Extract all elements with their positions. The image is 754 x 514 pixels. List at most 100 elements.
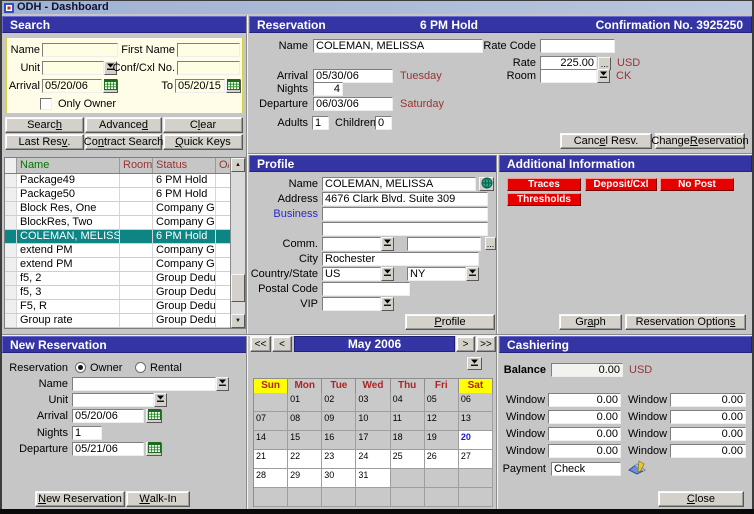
calendar-day[interactable]: 13	[459, 412, 493, 431]
profile-button[interactable]: Profile	[405, 314, 495, 330]
title-bar[interactable]: ODH - Dashboard	[2, 1, 752, 14]
calendar-day[interactable]: 30	[322, 469, 356, 488]
table-cell[interactable]: Company Guara	[153, 216, 216, 229]
scroll-up-button[interactable]: ▲	[231, 158, 245, 172]
newres-nights-field[interactable]: 1	[72, 426, 102, 440]
table-cell[interactable]: COLEMAN, MELISSA	[17, 230, 120, 243]
calendar-day[interactable]: 26	[425, 450, 459, 469]
table-row[interactable]: Package496 PM Hold	[5, 174, 245, 188]
comm-ellipsis-button[interactable]: ...	[485, 237, 496, 250]
table-cell[interactable]: Package50	[17, 188, 120, 201]
calendar-prev-month-button[interactable]: <	[272, 336, 292, 352]
graph-button[interactable]: Graph	[559, 314, 622, 330]
calendar-day[interactable]: 11	[391, 412, 425, 431]
calendar-day[interactable]: 28	[254, 469, 288, 488]
table-cell[interactable]	[216, 244, 229, 257]
table-cell[interactable]: Company Guara	[153, 258, 216, 271]
calendar-day[interactable]: 18	[391, 431, 425, 450]
profile-name-field[interactable]: COLEMAN, MELISSA	[322, 177, 476, 191]
table-cell[interactable]	[5, 258, 17, 271]
table-cell[interactable]	[216, 286, 229, 299]
table-row[interactable]: Block Res, OneCompany Guara	[5, 202, 245, 216]
table-cell[interactable]: extend PM	[17, 244, 120, 257]
calendar-day[interactable]: 20	[459, 431, 493, 450]
table-cell[interactable]	[120, 188, 153, 201]
window-amount-field[interactable]: 0.00	[548, 427, 621, 441]
table-cell[interactable]: 6 PM Hold	[153, 188, 216, 201]
children-field[interactable]: 0	[375, 116, 392, 130]
traces-alert-button[interactable]: Traces	[507, 178, 581, 191]
search-button[interactable]: Search	[5, 117, 84, 133]
room-field[interactable]	[540, 69, 597, 83]
deposit-cxl-alert-button[interactable]: Deposit/Cxl	[585, 178, 657, 191]
table-cell[interactable]: extend PM	[17, 258, 120, 271]
scroll-down-button[interactable]: ▼	[231, 314, 245, 328]
calendar-day[interactable]: 12	[425, 412, 459, 431]
last-resv-button[interactable]: Last Resv.	[5, 134, 84, 150]
table-row[interactable]: extend PMCompany Guara	[5, 244, 245, 258]
window-amount-field[interactable]: 0.00	[548, 393, 621, 407]
vip-field[interactable]	[322, 297, 381, 311]
state-dropdown-button[interactable]	[466, 267, 479, 281]
address-field[interactable]: 4676 Clark Blvd. Suite 309	[322, 192, 488, 206]
no-post-alert-button[interactable]: No Post	[660, 178, 734, 191]
calendar-day[interactable]: 27	[459, 450, 493, 469]
table-cell[interactable]	[5, 216, 17, 229]
payment-edit-icon[interactable]	[627, 460, 647, 475]
table-cell[interactable]: F5, R	[17, 300, 120, 313]
table-cell[interactable]	[5, 314, 17, 327]
column-header-name[interactable]: Name	[17, 158, 120, 173]
close-button[interactable]: Close	[658, 491, 744, 507]
table-row[interactable]: Package50 6 PM Hold	[5, 188, 245, 202]
table-cell[interactable]	[120, 272, 153, 285]
table-cell[interactable]	[120, 244, 153, 257]
table-cell[interactable]: 6 PM Hold	[153, 174, 216, 187]
table-row[interactable]: COLEMAN, MELISSA 6 PM Hold	[5, 230, 245, 244]
calendar-day[interactable]: 05	[425, 393, 459, 412]
table-cell[interactable]: 6 PM Hold	[153, 230, 216, 243]
table-cell[interactable]: Group Deduct	[153, 300, 216, 313]
calendar-day[interactable]: 29	[288, 469, 322, 488]
newres-arrival-calendar-button[interactable]	[146, 409, 162, 423]
newres-arrival-field[interactable]: 05/20/06	[72, 409, 144, 423]
profile-globe-button[interactable]	[479, 177, 494, 191]
rate-field[interactable]: 225.00	[540, 56, 597, 70]
calendar-day[interactable]: 15	[288, 431, 322, 450]
new-reservation-button[interactable]: New Reservation	[35, 491, 125, 507]
payment-field[interactable]: Check	[551, 462, 621, 476]
comm-value-field[interactable]	[407, 237, 481, 251]
table-scrollbar[interactable]: ▲ ▼	[230, 158, 245, 328]
calendar-view-dropdown-button[interactable]	[467, 357, 482, 370]
cancel-resv-button[interactable]: Cancel Resv.	[560, 133, 652, 149]
column-header-oa[interactable]: O/A	[216, 158, 229, 173]
table-cell[interactable]	[120, 258, 153, 271]
postal-code-field[interactable]	[322, 282, 410, 296]
window-amount-field[interactable]: 0.00	[670, 393, 746, 407]
table-cell[interactable]	[216, 188, 229, 201]
table-cell[interactable]	[216, 272, 229, 285]
calendar-day[interactable]: 03	[356, 393, 390, 412]
calendar-day[interactable]: 22	[288, 450, 322, 469]
adults-field[interactable]: 1	[312, 116, 329, 130]
search-unit-input[interactable]	[42, 61, 104, 75]
table-cell[interactable]	[120, 216, 153, 229]
state-field[interactable]: NY	[407, 267, 466, 281]
to-calendar-button[interactable]	[226, 79, 241, 93]
calendar-prev-year-button[interactable]: <<	[250, 336, 271, 352]
calendar-day[interactable]: 21	[254, 450, 288, 469]
table-cell[interactable]: Company Guara	[153, 202, 216, 215]
contract-search-button[interactable]: Contract Search	[85, 134, 162, 150]
newres-unit-dropdown-button[interactable]	[154, 393, 167, 407]
table-cell[interactable]	[120, 230, 153, 243]
walk-in-button[interactable]: Walk-In	[126, 491, 190, 507]
table-cell[interactable]: Group Deduct	[153, 314, 216, 327]
search-to-input[interactable]: 05/20/15	[175, 79, 225, 93]
arrival-calendar-button[interactable]	[103, 79, 118, 93]
table-cell[interactable]	[120, 202, 153, 215]
table-cell[interactable]	[5, 188, 17, 201]
country-dropdown-button[interactable]	[381, 267, 394, 281]
window-amount-field[interactable]: 0.00	[670, 427, 746, 441]
calendar-day[interactable]: 04	[391, 393, 425, 412]
calendar-day[interactable]: 01	[288, 393, 322, 412]
rate-code-field[interactable]	[540, 39, 615, 53]
